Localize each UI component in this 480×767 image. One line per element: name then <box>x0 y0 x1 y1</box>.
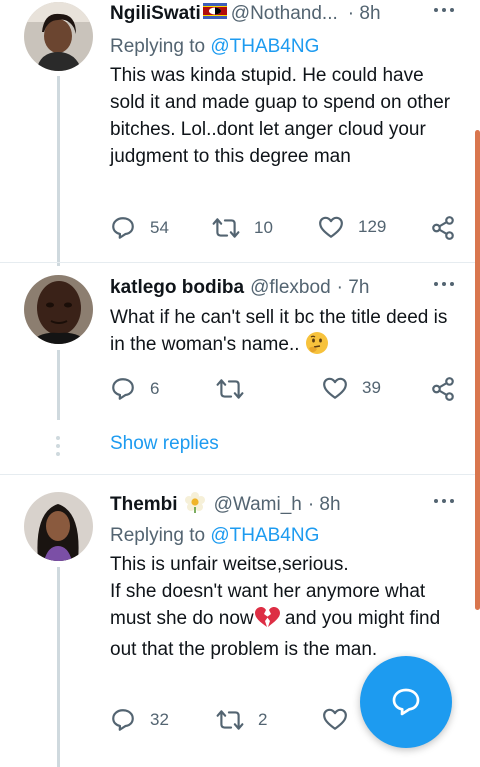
reply-button[interactable]: 6 <box>110 376 159 402</box>
eswatini-flag-icon <box>202 3 227 25</box>
replying-to-label: Replying to <box>110 36 206 57</box>
share-button[interactable] <box>430 215 456 241</box>
display-name[interactable]: NgiliSwati <box>110 3 201 25</box>
compose-reply-button[interactable] <box>360 656 452 748</box>
timestamp[interactable]: · 8h <box>348 3 381 25</box>
flower-icon <box>184 491 206 519</box>
retweet-icon <box>212 218 240 238</box>
retweet-icon <box>216 710 244 730</box>
divider <box>0 262 480 263</box>
replying-to-label: Replying to <box>110 525 206 546</box>
tweet-actions: 54 10 129 <box>110 215 460 241</box>
tweet-header: Thembi @Wami_h · 8h <box>110 491 341 519</box>
heart-icon <box>323 377 347 399</box>
reply-count: 32 <box>150 710 169 729</box>
heart-icon <box>319 216 343 238</box>
retweet-button[interactable] <box>216 376 244 402</box>
reply-count: 54 <box>150 218 169 237</box>
more-options-icon[interactable] <box>434 499 454 503</box>
tweet[interactable]: NgiliSwati @Nothand... · 8h Replying to … <box>0 0 480 266</box>
mention-link[interactable]: @THAB4NG <box>210 36 319 57</box>
tweet-text: This is unfair weitse,serious. If she do… <box>110 551 462 663</box>
more-options-icon[interactable] <box>434 282 454 286</box>
more-options-icon[interactable] <box>434 8 454 12</box>
tweet[interactable]: katlego bodiba @flexbod · 7h What if he … <box>0 274 480 424</box>
retweet-button[interactable]: 2 <box>216 707 267 733</box>
avatar[interactable] <box>24 275 93 344</box>
scrollbar[interactable] <box>475 130 480 610</box>
tweet-actions: 6 39 <box>110 376 460 402</box>
reply-button[interactable]: 54 <box>110 215 169 241</box>
reply-icon <box>112 217 134 239</box>
mention-link[interactable]: @THAB4NG <box>210 525 319 546</box>
user-handle[interactable]: @flexbod <box>250 277 331 299</box>
thread-line <box>57 567 60 767</box>
avatar[interactable] <box>24 2 93 71</box>
user-handle[interactable]: @Nothand... <box>231 3 338 25</box>
tweet-header: NgiliSwati @Nothand... · 8h <box>110 0 381 28</box>
like-button[interactable] <box>322 707 348 731</box>
share-icon <box>432 377 454 401</box>
broken-heart-icon <box>254 606 280 636</box>
like-count: 129 <box>358 217 387 236</box>
like-count: 39 <box>362 378 381 397</box>
tweet-text: This was kinda stupid. He could have sol… <box>110 65 451 167</box>
retweet-count: 2 <box>258 710 268 729</box>
reply-icon <box>112 378 134 400</box>
thinking-face-icon <box>305 331 329 363</box>
share-icon <box>432 216 454 240</box>
thread-line <box>57 76 60 266</box>
retweet-icon <box>216 379 244 399</box>
retweet-count: 10 <box>254 218 273 237</box>
share-button[interactable] <box>430 376 456 402</box>
replying-to: Replying to @THAB4NG <box>110 525 319 547</box>
reply-count: 6 <box>150 379 160 398</box>
divider <box>0 474 480 475</box>
reply-button[interactable]: 32 <box>110 707 169 733</box>
thread-dots-icon <box>56 436 60 456</box>
tweet-text-line: If she doesn't want her anymore what mus… <box>110 578 462 663</box>
retweet-button[interactable]: 10 <box>212 215 273 241</box>
tweet-header: katlego bodiba @flexbod · 7h <box>110 274 369 302</box>
like-button[interactable]: 39 <box>322 376 381 400</box>
avatar[interactable] <box>24 492 93 561</box>
thread-line <box>57 350 60 420</box>
heart-icon <box>323 708 347 730</box>
tweet-text: What if he can't sell it bc the title de… <box>110 304 462 363</box>
replying-to: Replying to @THAB4NG <box>110 36 319 58</box>
timestamp[interactable]: · 8h <box>308 494 341 516</box>
timestamp[interactable]: · 7h <box>337 277 370 299</box>
chat-bubble-icon <box>392 688 420 716</box>
like-button[interactable]: 129 <box>318 215 386 239</box>
user-handle[interactable]: @Wami_h <box>214 494 302 516</box>
display-name[interactable]: katlego bodiba <box>110 277 244 299</box>
tweet-text-line: This is unfair weitse,serious. <box>110 554 349 575</box>
tweet-text-content: What if he can't sell it bc the title de… <box>110 307 448 355</box>
show-replies-link[interactable]: Show replies <box>110 433 219 455</box>
reply-icon <box>112 709 134 731</box>
display-name[interactable]: Thembi <box>110 494 178 516</box>
